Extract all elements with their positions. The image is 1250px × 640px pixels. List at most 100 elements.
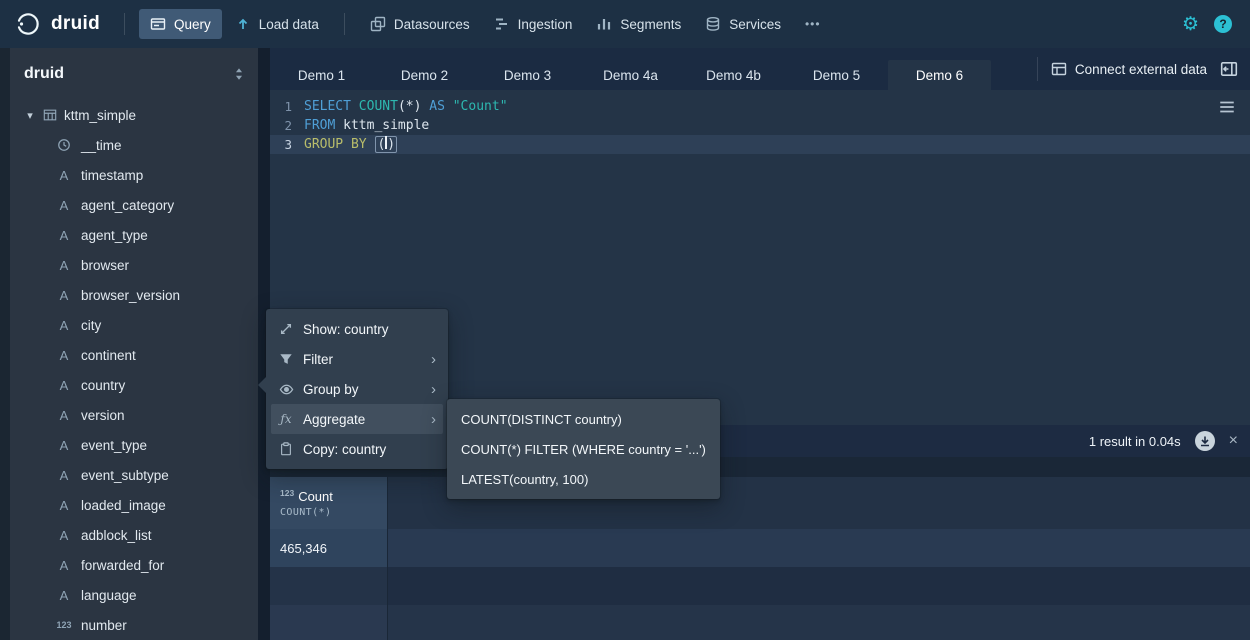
- aggregate-submenu: COUNT(DISTINCT country) COUNT(*) FILTER …: [447, 399, 720, 499]
- column-item-timestamp[interactable]: A timestamp: [10, 160, 258, 190]
- eye-icon: [278, 382, 294, 397]
- string-type-icon: A: [56, 348, 72, 363]
- sql-string: "Count": [453, 99, 508, 114]
- sql-keyword: SELECT: [304, 99, 359, 114]
- string-type-icon: A: [56, 318, 72, 333]
- string-type-icon: A: [56, 408, 72, 423]
- column-name: city: [81, 318, 101, 333]
- tab-demo-4a[interactable]: Demo 4a: [579, 60, 682, 90]
- navbar-right: ⚙ ?: [1182, 15, 1236, 34]
- column-item-loaded_image[interactable]: A loaded_image: [10, 490, 258, 520]
- nav-ingestion-label: Ingestion: [518, 17, 573, 32]
- column-name: forwarded_for: [81, 558, 164, 573]
- ingestion-icon: [494, 16, 510, 32]
- submenu-item-count-filter[interactable]: COUNT(*) FILTER (WHERE country = '...'): [452, 434, 715, 464]
- column-item-adblock_list[interactable]: A adblock_list: [10, 520, 258, 550]
- column-item-__time[interactable]: __time: [10, 130, 258, 160]
- line-number: 3: [270, 135, 304, 154]
- column-name: number: [81, 618, 127, 633]
- tab-demo-6[interactable]: Demo 6: [888, 60, 991, 90]
- nav-load-data[interactable]: Load data: [224, 9, 330, 39]
- nav-query-label: Query: [174, 17, 211, 32]
- column-item-country[interactable]: A country: [10, 370, 258, 400]
- close-icon[interactable]: ×: [1229, 433, 1238, 449]
- open-panel-icon[interactable]: [1220, 60, 1238, 78]
- tab-demo-3[interactable]: Demo 3: [476, 60, 579, 90]
- zoom-to-fit-icon: [278, 322, 294, 336]
- column-name: language: [81, 588, 137, 603]
- column-item-browser_version[interactable]: A browser_version: [10, 280, 258, 310]
- left-edge-strip: [0, 48, 10, 640]
- services-icon: [705, 16, 721, 32]
- tab-demo-5[interactable]: Demo 5: [785, 60, 888, 90]
- menu-item-label: Group by: [303, 382, 422, 397]
- submenu-item-count-distinct[interactable]: COUNT(DISTINCT country): [452, 404, 715, 434]
- tab-demo-2[interactable]: Demo 2: [373, 60, 476, 90]
- filter-icon: [278, 352, 294, 366]
- column-header-count[interactable]: 123 Count COUNT(*): [270, 477, 388, 529]
- column-item-language[interactable]: A language: [10, 580, 258, 610]
- column-item-agent_category[interactable]: A agent_category: [10, 190, 258, 220]
- schema-header[interactable]: druid: [10, 48, 258, 100]
- column-item-continent[interactable]: A continent: [10, 340, 258, 370]
- string-type-icon: A: [56, 378, 72, 393]
- column-name: __time: [81, 138, 122, 153]
- menu-item-filter[interactable]: Filter ›: [271, 344, 443, 374]
- menu-item-copy[interactable]: Copy: country: [271, 434, 443, 464]
- menu-item-show[interactable]: Show: country: [271, 314, 443, 344]
- submenu-item-latest[interactable]: LATEST(country, 100): [452, 464, 715, 494]
- download-icon[interactable]: [1195, 431, 1215, 451]
- more-menu-button[interactable]: •••: [794, 10, 832, 38]
- double-caret-sort-icon[interactable]: [232, 67, 246, 81]
- result-cell-count[interactable]: 465,346: [270, 529, 388, 567]
- nav-services-label: Services: [729, 17, 781, 32]
- string-type-icon: A: [56, 438, 72, 453]
- submenu-item-label: LATEST(country, 100): [461, 472, 706, 487]
- menu-item-label: Show: country: [303, 322, 436, 337]
- clock-icon: [56, 138, 72, 152]
- editor-menu-icon[interactable]: [1218, 98, 1236, 120]
- datasource-item-kttm_simple[interactable]: ▾ kttm_simple: [10, 100, 258, 130]
- empty-row: [270, 605, 1250, 640]
- menu-item-label: Copy: country: [303, 442, 436, 457]
- sql-paren: ): [387, 137, 395, 152]
- number-type-icon: 123: [56, 620, 72, 630]
- gear-icon[interactable]: ⚙: [1182, 15, 1199, 34]
- brand-name: druid: [51, 13, 100, 35]
- code-line-3-current: 3 GROUP BY (): [270, 135, 1250, 154]
- schema-title: druid: [24, 65, 64, 83]
- column-item-browser[interactable]: A browser: [10, 250, 258, 280]
- menu-item-aggregate[interactable]: ƒx Aggregate ›: [271, 404, 443, 434]
- nav-segments[interactable]: Segments: [585, 9, 692, 39]
- menu-item-group-by[interactable]: Group by ›: [271, 374, 443, 404]
- column-name: browser_version: [81, 288, 180, 303]
- column-tree: ▾ kttm_simple __time A timestamp A agent…: [10, 100, 258, 640]
- navbar-divider: [124, 13, 125, 35]
- upload-icon: [235, 16, 251, 32]
- number-type-icon: 123: [280, 488, 294, 498]
- help-icon[interactable]: ?: [1214, 15, 1232, 33]
- column-item-event_type[interactable]: A event_type: [10, 430, 258, 460]
- column-item-city[interactable]: A city: [10, 310, 258, 340]
- column-item-forwarded_for[interactable]: A forwarded_for: [10, 550, 258, 580]
- query-icon: [150, 16, 166, 32]
- nav-services[interactable]: Services: [694, 9, 792, 39]
- code-line-1: 1 SELECT COUNT(*) AS "Count": [270, 97, 1250, 116]
- connect-external-data-button[interactable]: Connect external data: [1051, 61, 1207, 77]
- tab-demo-4b[interactable]: Demo 4b: [682, 60, 785, 90]
- column-item-number[interactable]: 123 number: [10, 610, 258, 640]
- column-item-agent_type[interactable]: A agent_type: [10, 220, 258, 250]
- bracket-pair-highlight: (): [375, 136, 397, 153]
- nav-ingestion[interactable]: Ingestion: [483, 9, 584, 39]
- menu-item-label: Aggregate: [303, 412, 422, 427]
- string-type-icon: A: [56, 258, 72, 273]
- druid-brand[interactable]: druid: [14, 10, 100, 38]
- result-status: 1 result in 0.04s: [1089, 434, 1181, 449]
- string-type-icon: A: [56, 588, 72, 603]
- tab-demo-1[interactable]: Demo 1: [270, 60, 373, 90]
- column-item-version[interactable]: A version: [10, 400, 258, 430]
- schema-sidebar: druid ▾ kttm_simple __time A times: [10, 48, 258, 640]
- nav-datasources[interactable]: Datasources: [359, 9, 481, 39]
- column-item-event_subtype[interactable]: A event_subtype: [10, 460, 258, 490]
- nav-query[interactable]: Query: [139, 9, 222, 39]
